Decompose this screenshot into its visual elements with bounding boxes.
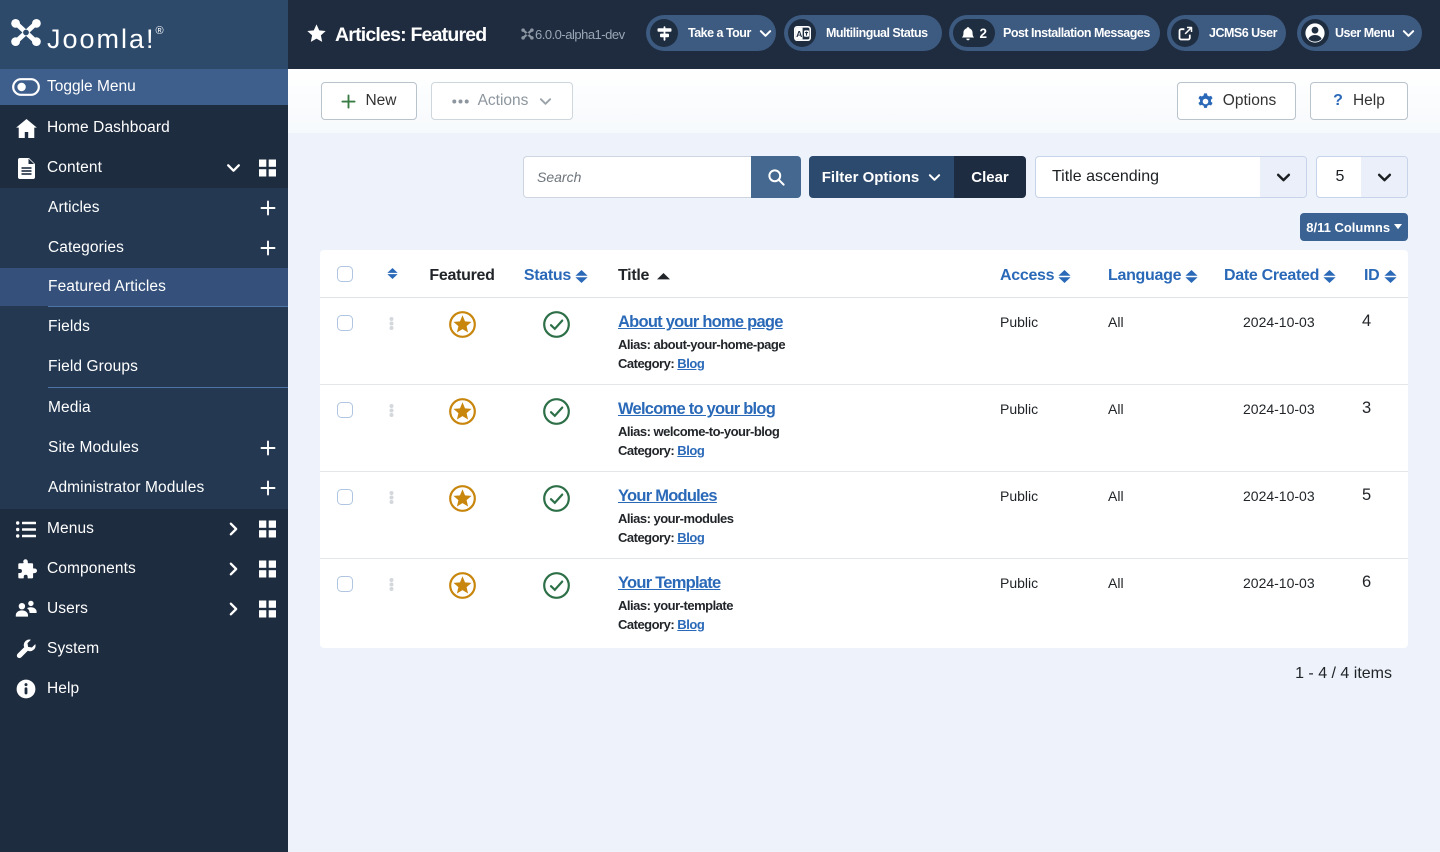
- svg-text:A: A: [796, 29, 802, 39]
